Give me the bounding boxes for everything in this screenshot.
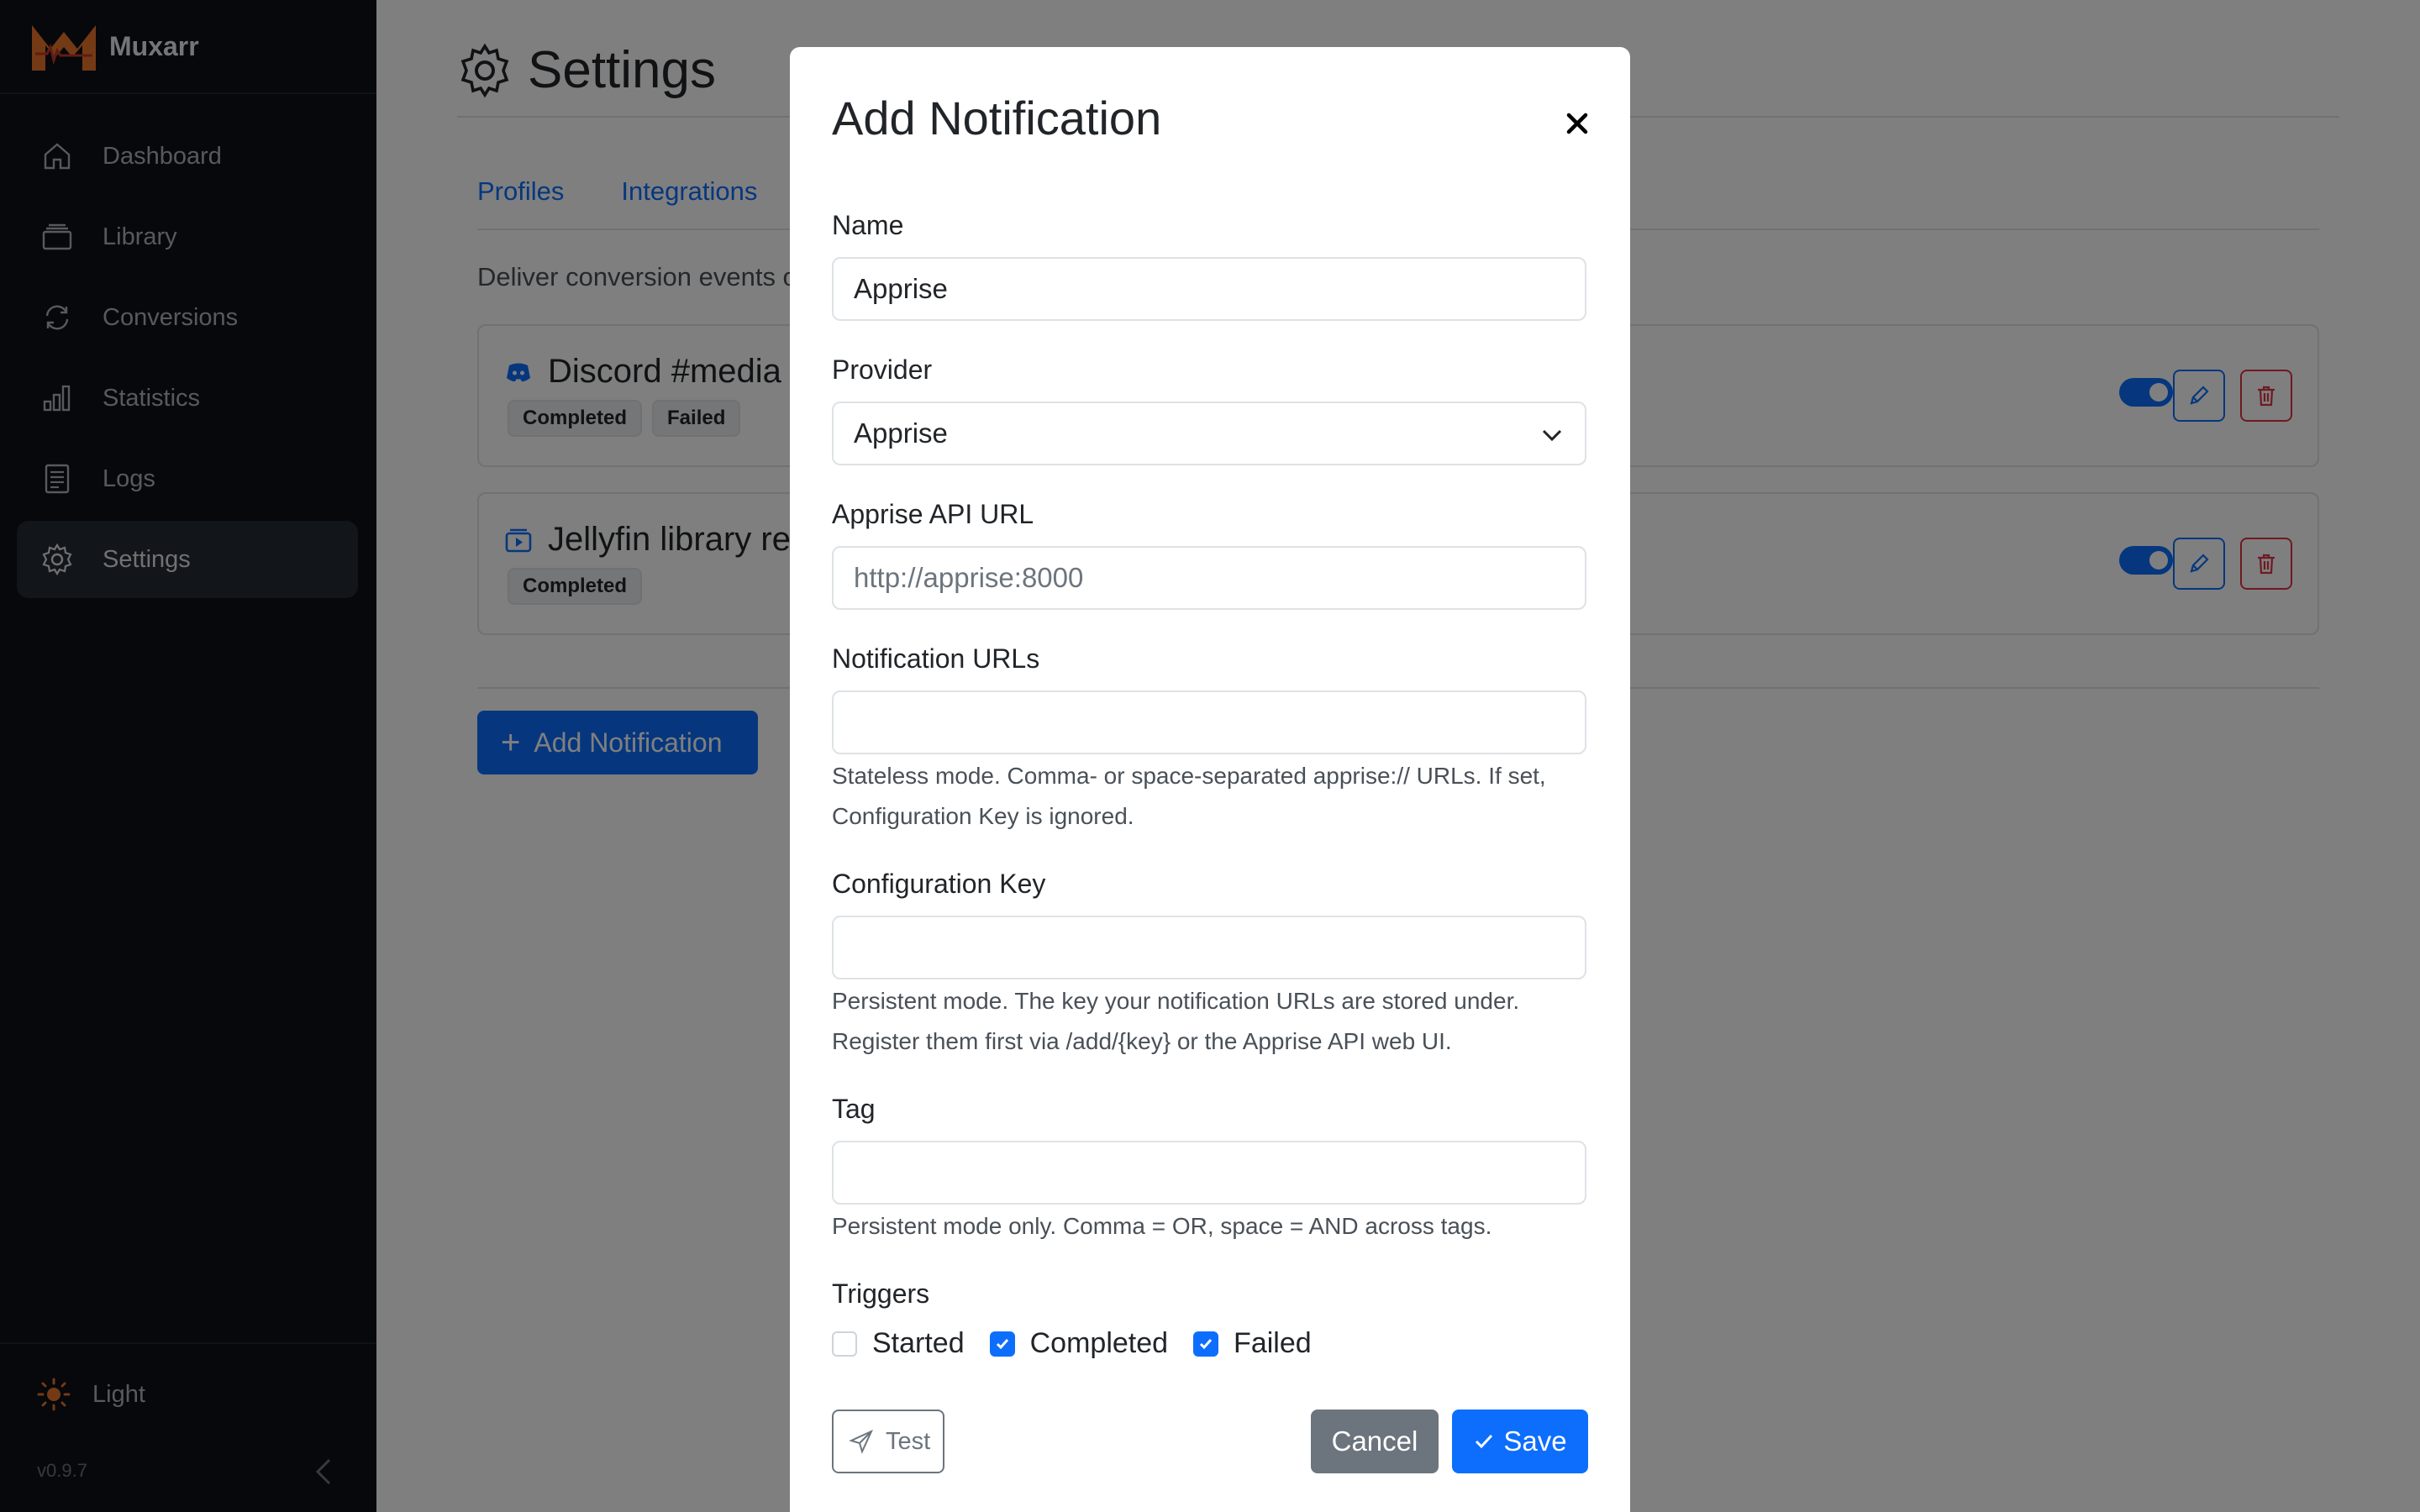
- checkbox[interactable]: [1193, 1331, 1219, 1357]
- modal-title: Add Notification: [832, 92, 1162, 144]
- api-url-input[interactable]: [832, 546, 1586, 610]
- provider-label: Provider: [832, 354, 933, 385]
- trigger-label: Completed: [1029, 1327, 1169, 1359]
- save-button[interactable]: Save: [1452, 1410, 1588, 1473]
- checkmark-icon: [1199, 1338, 1213, 1349]
- close-button[interactable]: [1560, 106, 1595, 141]
- checkbox[interactable]: [832, 1331, 857, 1357]
- tag-input[interactable]: [832, 1141, 1586, 1205]
- cancel-button[interactable]: Cancel: [1311, 1410, 1439, 1473]
- checkmark-icon: [1476, 1434, 1493, 1449]
- triggers-group: Started Completed Failed: [832, 1327, 1337, 1360]
- notification-urls-input[interactable]: [832, 690, 1586, 754]
- save-label: Save: [1503, 1425, 1567, 1457]
- test-label: Test: [886, 1427, 931, 1455]
- trigger-label: Failed: [1234, 1327, 1312, 1359]
- tag-help: Persistent mode only. Comma = OR, space …: [832, 1213, 1492, 1239]
- trigger-started[interactable]: Started: [832, 1327, 965, 1360]
- add-notification-modal: Add Notification Name Provider Apprise A…: [790, 47, 1630, 1512]
- chevron-down-icon: [1542, 429, 1562, 442]
- trigger-completed[interactable]: Completed: [989, 1327, 1169, 1360]
- config-key-input[interactable]: [832, 916, 1586, 979]
- send-icon: [849, 1429, 874, 1454]
- tag-label: Tag: [832, 1094, 876, 1124]
- trigger-label: Started: [872, 1327, 965, 1359]
- triggers-label: Triggers: [832, 1278, 930, 1309]
- config-key-label: Configuration Key: [832, 869, 1046, 899]
- name-label: Name: [832, 210, 904, 240]
- config-key-help: Persistent mode. The key your notificati…: [832, 988, 1520, 1054]
- close-icon: [1566, 113, 1588, 134]
- api-url-label: Apprise API URL: [832, 499, 1034, 529]
- checkbox[interactable]: [989, 1331, 1015, 1357]
- provider-select[interactable]: Apprise: [832, 402, 1586, 465]
- checkmark-icon: [996, 1338, 1008, 1349]
- test-button[interactable]: Test: [832, 1410, 944, 1473]
- notification-urls-help: Stateless mode. Comma- or space-separate…: [832, 763, 1546, 829]
- trigger-failed[interactable]: Failed: [1193, 1327, 1312, 1360]
- notification-urls-label: Notification URLs: [832, 643, 1040, 674]
- name-input[interactable]: [832, 257, 1586, 321]
- provider-selected-value: Apprise: [854, 417, 948, 449]
